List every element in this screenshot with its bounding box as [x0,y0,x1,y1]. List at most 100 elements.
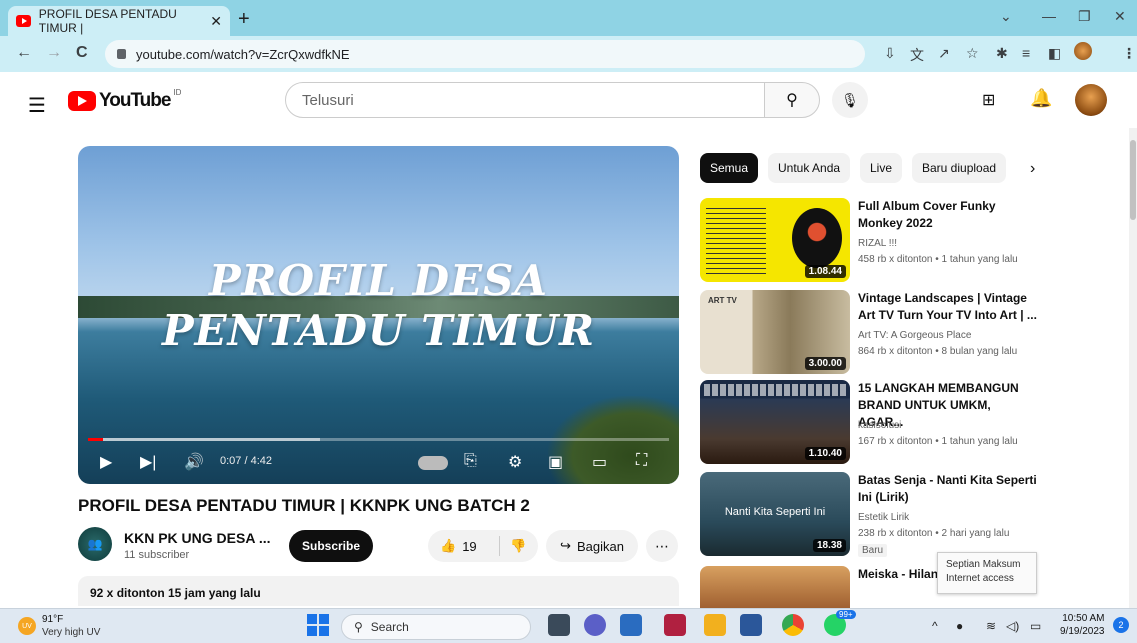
search-button[interactable]: ⚲ [764,82,820,118]
thumbs-down-icon: 👎 [510,538,527,553]
gallery-app-icon[interactable] [664,614,686,636]
minimize-button[interactable]: — [1042,8,1056,24]
chip-untuk-anda[interactable]: Untuk Anda [768,153,851,183]
system-clock[interactable]: 10:50 AM 9/19/2023 [1060,612,1105,638]
word-app-icon[interactable] [740,614,762,636]
back-icon[interactable]: ← [16,44,32,62]
notifications-bell-icon[interactable]: 🔔 [1030,88,1052,109]
chip-baru-diupload[interactable]: Baru diupload [912,153,1007,183]
tooltip-line-1: Septian Maksum [946,559,1021,570]
youtube-wordmark: YouTube [99,90,171,111]
subscribe-button[interactable]: Subscribe [289,530,373,562]
share-page-icon[interactable]: ↗ [938,45,950,62]
browser-tab[interactable]: PROFIL DESA PENTADU TIMUR | ✕ [8,6,230,36]
voice-search-button[interactable]: 🎙 [832,82,868,118]
chrome-app-icon[interactable] [782,614,804,636]
channel-name[interactable]: KKN PK UNG DESA ... [124,530,271,546]
translate-icon[interactable]: 文 [910,45,924,65]
youtube-logo[interactable]: YouTube ID [68,87,182,112]
menu-icon[interactable]: ☰ [28,93,46,118]
file-explorer-icon[interactable] [704,614,726,636]
video-title: PROFIL DESA PENTADU TIMUR | KKNPK UNG BA… [78,496,530,515]
recommendation-title: Full Album Cover Funky Monkey 2022 [858,199,996,230]
wifi-icon[interactable]: ≋ [986,619,996,633]
subtitles-icon[interactable]: ⎘ [464,452,477,470]
video-thumbnail[interactable]: 1.10.40 [700,380,850,464]
description-box[interactable]: 92 x ditonton 15 jam yang lalu [78,576,679,606]
taskbar-search[interactable]: ⚲ Search [341,614,531,640]
tray-chevron-icon[interactable]: ^ [932,619,938,633]
forward-icon[interactable]: → [46,44,62,62]
tab-search-chevron-icon[interactable]: ⌄ [1000,8,1012,25]
channel-avatar[interactable]: 👥 [78,527,112,561]
play-icon[interactable]: ▶ [100,452,112,472]
next-icon[interactable]: ▶| [140,452,156,472]
reading-list-icon[interactable]: ≡ [1022,45,1030,61]
speaker-icon[interactable]: ◁) [1006,619,1019,633]
video-progress-bar[interactable] [88,438,669,441]
taskbar-search-label: Search [370,620,409,634]
photos-app-icon[interactable] [620,614,642,636]
settings-gear-icon[interactable]: ⚙ [508,452,522,472]
microphone-icon: 🎙 [841,91,859,108]
fullscreen-icon[interactable]: ⛶ [636,452,647,470]
miniplayer-icon[interactable]: ▣ [548,452,563,472]
video-thumbnail[interactable] [700,566,850,608]
more-actions-icon[interactable]: ⋯ [646,530,678,562]
scrollbar-thumb[interactable] [1130,140,1136,220]
video-player[interactable]: PROFIL DESA PENTADU TIMUR ▶ ▶| 🔊 0:07 / … [78,146,679,484]
teams-chat-icon[interactable] [584,614,606,636]
chip-live[interactable]: Live [860,153,903,183]
like-button[interactable]: 👍 19 [428,536,500,556]
task-view-icon[interactable] [548,614,570,636]
video-thumbnail[interactable]: 1.08.44 [700,198,850,282]
chip-semua[interactable]: Semua [700,153,759,183]
chips-next-chevron-icon[interactable]: › [1030,160,1035,178]
install-app-icon[interactable]: ⇩ [884,45,896,62]
thumbs-up-icon: 👍 [440,538,457,553]
new-badge: Baru [858,544,888,557]
battery-icon[interactable]: ▭ [1030,619,1041,633]
video-overlay-title: PROFIL DESA PENTADU TIMUR [78,256,679,356]
taskbar-search-icon: ⚲ [354,620,363,634]
weather-description[interactable]: Very high UV [42,627,100,638]
address-bar[interactable]: youtube.com/watch?v=ZcrQxwdfkNE [105,40,865,68]
new-tab-button[interactable]: + [238,8,250,31]
country-code: ID [173,87,182,97]
search-icon: ⚲ [786,92,798,109]
like-dislike-group: 👍 19 👎 [428,530,538,562]
thumbnail-label: ART TV [708,296,737,305]
windows-start-icon[interactable] [307,614,329,636]
views-date: 92 x ditonton 15 jam yang lalu [90,586,261,600]
autoplay-toggle[interactable] [418,456,448,470]
bookmark-star-icon[interactable]: ☆ [966,45,979,62]
recommendation-channel: RIZAL !!! [858,238,898,249]
dislike-button[interactable]: 👎 [500,538,526,554]
volume-icon[interactable]: 🔊 [184,452,204,472]
duration-badge: 1.10.40 [804,447,846,460]
theater-mode-icon[interactable]: ▭ [592,452,607,472]
side-panel-icon[interactable]: ◧ [1048,45,1061,62]
tab-title: PROFIL DESA PENTADU TIMUR | [38,7,177,35]
reload-icon[interactable]: C [76,44,88,62]
notification-count[interactable]: 2 [1113,617,1129,633]
create-video-icon[interactable]: ⊞ [982,90,995,110]
recommendation-title: Batas Senja - Nanti Kita Seperti Ini (Li… [858,473,1037,504]
profile-icon[interactable] [1074,42,1092,60]
browser-menu-icon[interactable]: ⋮ [1122,45,1136,62]
weather-temp[interactable]: 91°F [42,614,63,625]
share-button[interactable]: ↪ Bagikan [546,530,638,562]
extensions-icon[interactable]: ✱ [996,45,1008,62]
restore-button[interactable]: ❐ [1078,8,1091,25]
tray-app-icon[interactable]: ● [956,619,963,633]
account-avatar[interactable] [1075,84,1107,116]
clock-date: 9/19/2023 [1060,626,1105,637]
close-window-button[interactable]: ✕ [1114,8,1126,25]
thumbnail-tracklist [706,204,766,274]
recommendation-meta: 458 rb x ditonton • 1 tahun yang lalu [858,254,1018,265]
weather-uv-icon[interactable]: UV [18,617,36,635]
tab-close-icon[interactable]: ✕ [210,13,222,30]
video-thumbnail[interactable]: Nanti Kita Seperti Ini 18.38 [700,472,850,556]
search-input[interactable]: Telusuri [285,82,765,118]
video-thumbnail[interactable]: ART TV 3.00.00 [700,290,850,374]
